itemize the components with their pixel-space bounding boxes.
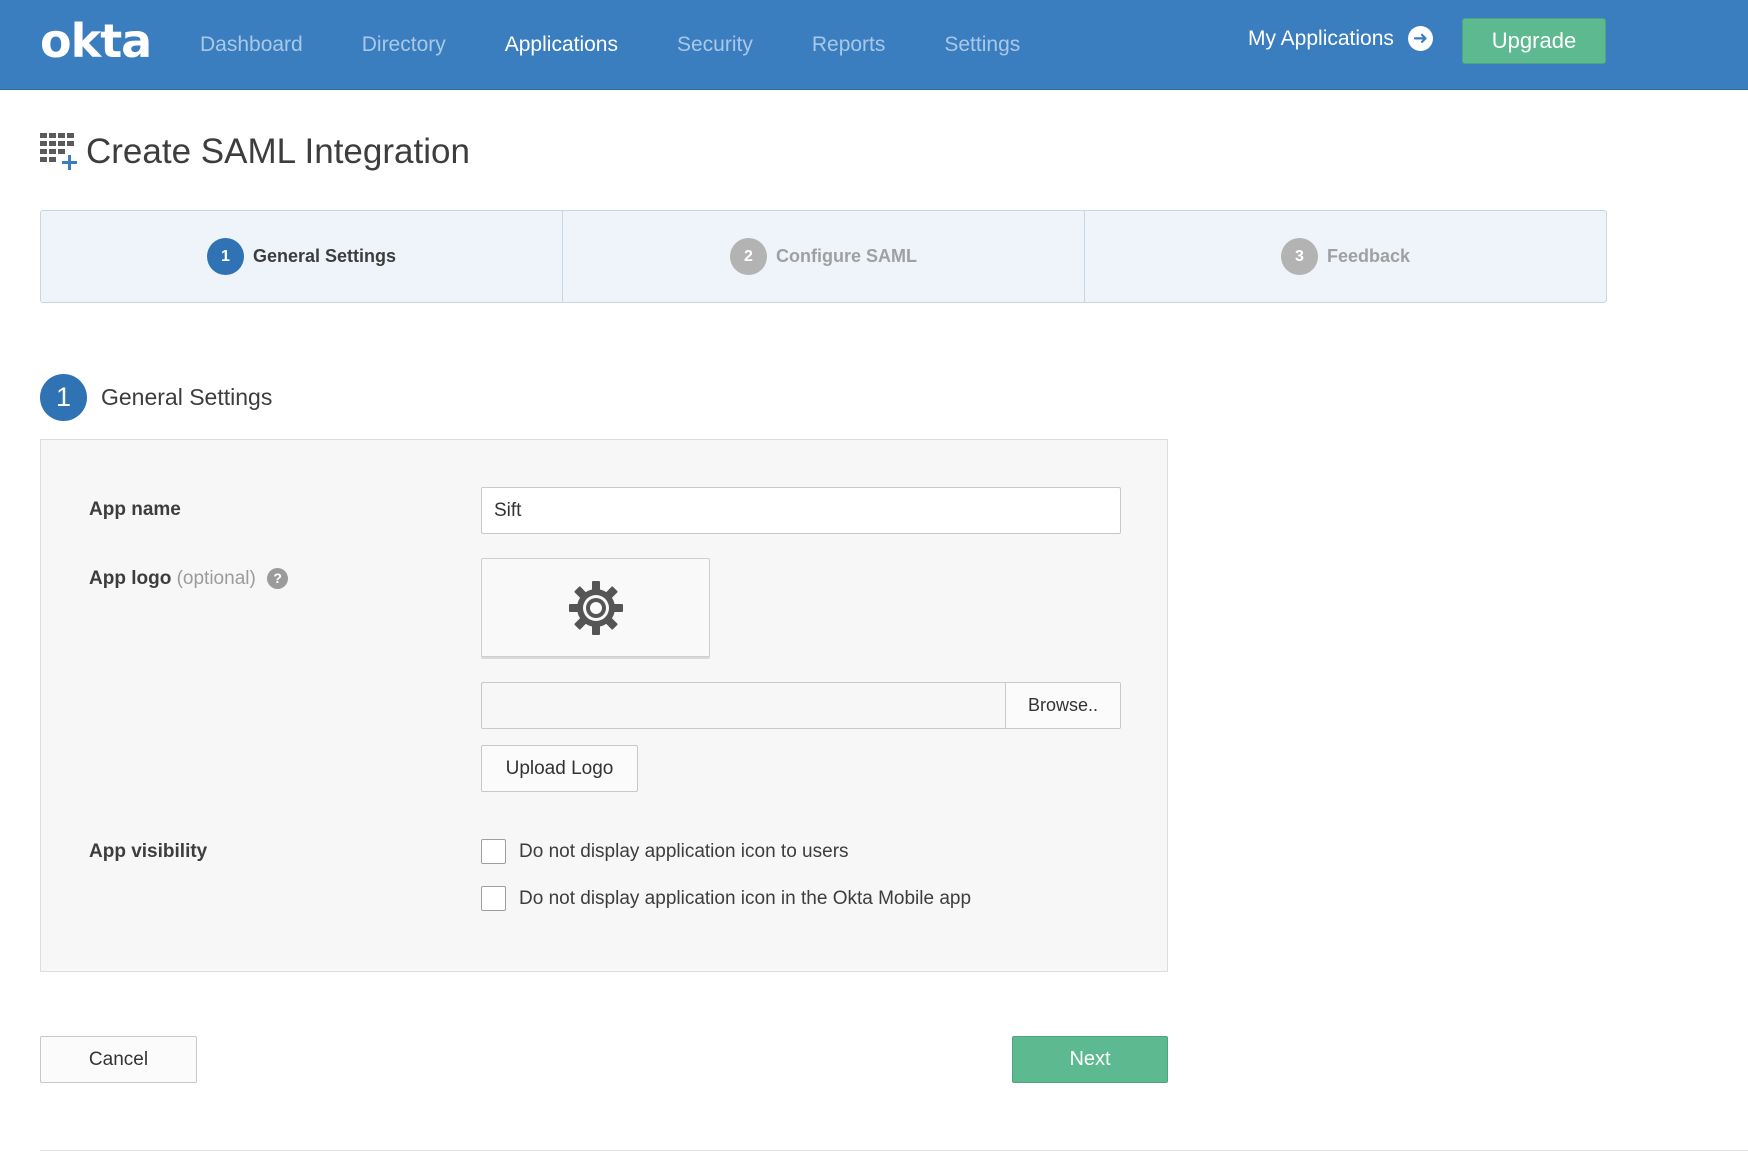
gear-icon [568,580,623,635]
logo-preview [481,558,710,657]
help-icon[interactable]: ? [267,568,289,590]
logo-file-field: Browse.. [481,682,1121,729]
page-header: Create SAML Integration [40,132,470,172]
top-navigation-bar: okta Dashboard Directory Applications Se… [0,0,1748,90]
visibility-option-hide-mobile: Do not display application icon in the O… [481,886,971,911]
step-number-badge: 2 [730,238,767,275]
nav-dashboard[interactable]: Dashboard [200,33,303,57]
app-name-input[interactable] [481,487,1121,534]
visibility-option-hide-icon: Do not display application icon to users [481,839,849,864]
hide-mobile-label[interactable]: Do not display application icon in the O… [519,888,971,910]
page-title: Create SAML Integration [86,132,470,171]
nav-reports[interactable]: Reports [812,33,886,57]
my-applications-label: My Applications [1248,26,1394,50]
app-logo-label-row: App logo (optional) ? [89,568,289,590]
step-label: General Settings [252,246,397,266]
hide-mobile-checkbox[interactable] [481,886,506,911]
main-nav: Dashboard Directory Applications Securit… [200,0,1079,90]
section-header: 1 General Settings [40,374,272,421]
nav-directory[interactable]: Directory [362,33,446,57]
app-name-label: App name [89,499,181,520]
app-logo-label: App logo [89,568,172,589]
browse-button[interactable]: Browse.. [1005,683,1120,728]
app-visibility-label: App visibility [89,841,208,862]
grid-plus-icon [40,133,78,171]
hide-icon-checkbox[interactable] [481,839,506,864]
wizard-steps: 1 General Settings 2 Configure SAML 3 Fe… [40,210,1607,303]
step-number-badge: 1 [206,238,244,275]
step-label: Feedback [1326,246,1411,266]
file-path-input[interactable] [482,683,1005,728]
upgrade-button[interactable]: Upgrade [1462,18,1606,64]
upload-logo-button[interactable]: Upload Logo [481,745,638,792]
divider [40,1150,1748,1151]
step-number-badge: 3 [1280,238,1318,275]
nav-applications[interactable]: Applications [505,33,618,57]
arrow-right-circle-icon: ➜ [1407,26,1433,51]
nav-security[interactable]: Security [677,33,753,57]
general-settings-form: App name App logo (optional) ? B [40,439,1168,972]
my-applications-link[interactable]: My Applications ➜ [1248,26,1433,51]
section-number-badge: 1 [40,374,87,421]
next-button[interactable]: Next [1012,1036,1168,1083]
wizard-step-general-settings: 1 General Settings [41,211,563,302]
okta-logo[interactable]: okta [40,14,152,68]
hide-icon-label[interactable]: Do not display application icon to users [519,841,849,863]
optional-hint: (optional) [176,568,256,589]
nav-settings[interactable]: Settings [944,33,1020,57]
wizard-step-configure-saml: 2 Configure SAML [563,211,1085,302]
wizard-step-feedback: 3 Feedback [1085,211,1606,302]
section-title: General Settings [101,384,273,410]
step-label: Configure SAML [776,246,917,266]
cancel-button[interactable]: Cancel [40,1036,197,1083]
